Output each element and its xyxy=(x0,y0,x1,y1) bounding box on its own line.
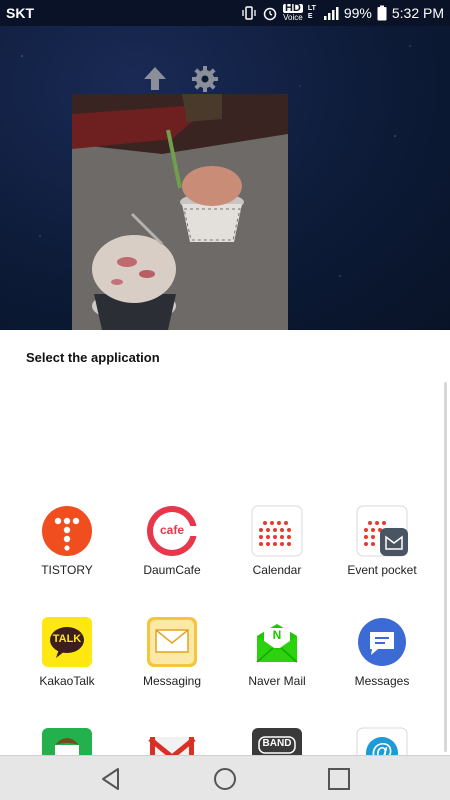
email-icon-text: @ xyxy=(371,739,393,755)
green-app-icon xyxy=(41,727,93,755)
app-item-messages[interactable]: Messages xyxy=(330,616,434,688)
hd-label: HD xyxy=(282,2,303,14)
sheet-title: Select the application xyxy=(26,350,160,365)
carrier-label: SKT xyxy=(6,5,34,21)
app-label: Calendar xyxy=(252,563,302,577)
app-item-daumcafe[interactable]: cafe DaumCafe xyxy=(120,505,224,577)
kakaotalk-icon-text: TALK xyxy=(52,633,82,645)
gmail-icon xyxy=(146,727,198,755)
home-icon[interactable] xyxy=(212,766,238,792)
app-item-naver-mail[interactable]: N Naver Mail xyxy=(225,616,329,688)
app-item-band[interactable]: BAND xyxy=(225,727,329,755)
email-icon: @ xyxy=(356,727,408,755)
band-icon: BAND xyxy=(251,727,303,755)
back-icon[interactable] xyxy=(98,766,124,792)
tistory-icon xyxy=(41,505,93,557)
lte-icon: LTE xyxy=(307,5,316,20)
photo-toolbar xyxy=(140,64,220,94)
app-item-tistory[interactable]: TISTORY xyxy=(15,505,119,577)
hd-voice-icon: HD Voice xyxy=(282,2,303,22)
app-label: Messages xyxy=(354,674,410,688)
daumcafe-icon-text: cafe xyxy=(159,523,185,537)
kakaotalk-icon: TALK xyxy=(41,616,93,668)
app-label: Event pocket xyxy=(347,563,417,577)
band-icon-text: BAND xyxy=(262,738,292,749)
vibrate-icon xyxy=(242,6,256,20)
app-item-email[interactable]: @ xyxy=(330,727,434,755)
signal-icon xyxy=(323,7,339,20)
recent-apps-icon[interactable] xyxy=(326,766,352,792)
app-item-gmail[interactable] xyxy=(120,727,224,755)
naver-mail-icon: N xyxy=(251,616,303,668)
ice-cream-photo xyxy=(72,94,288,330)
voice-label: Voice xyxy=(283,13,303,22)
messages-icon xyxy=(356,616,408,668)
calendar-icon xyxy=(251,505,303,557)
daumcafe-icon: cafe xyxy=(146,505,198,557)
messaging-icon xyxy=(146,616,198,668)
naver-icon-text: N xyxy=(272,628,282,642)
sheet-scrollbar[interactable] xyxy=(444,382,447,752)
app-label: DaumCafe xyxy=(143,563,201,577)
event-pocket-icon xyxy=(356,505,408,557)
upload-arrow-icon[interactable] xyxy=(140,64,170,94)
app-label: TISTORY xyxy=(41,563,93,577)
screen: SKT HD Voice LTE 99% 5:32 PM Select the … xyxy=(0,0,450,800)
app-item-calendar[interactable]: Calendar xyxy=(225,505,329,577)
app-item-messaging[interactable]: Messaging xyxy=(120,616,224,688)
app-item-green-app[interactable] xyxy=(15,727,119,755)
status-bar: SKT HD Voice LTE 99% 5:32 PM xyxy=(0,0,450,26)
app-label: Naver Mail xyxy=(248,674,306,688)
status-icons: HD Voice LTE 99% 5:32 PM xyxy=(241,2,444,22)
clock: 5:32 PM xyxy=(391,5,444,21)
battery-icon xyxy=(377,5,387,21)
photo-preview xyxy=(72,94,288,330)
app-label: Messaging xyxy=(142,674,202,688)
battery-percent: 99% xyxy=(343,5,372,21)
app-item-event-pocket[interactable]: Event pocket xyxy=(330,505,434,577)
app-chooser-sheet: Select the application TISTORY cafe Daum… xyxy=(0,330,450,755)
alarm-icon xyxy=(263,7,277,21)
navigation-bar xyxy=(0,755,450,800)
app-label: KakaoTalk xyxy=(39,674,95,688)
gear-icon[interactable] xyxy=(190,64,220,94)
app-item-kakaotalk[interactable]: TALK KakaoTalk xyxy=(15,616,119,688)
